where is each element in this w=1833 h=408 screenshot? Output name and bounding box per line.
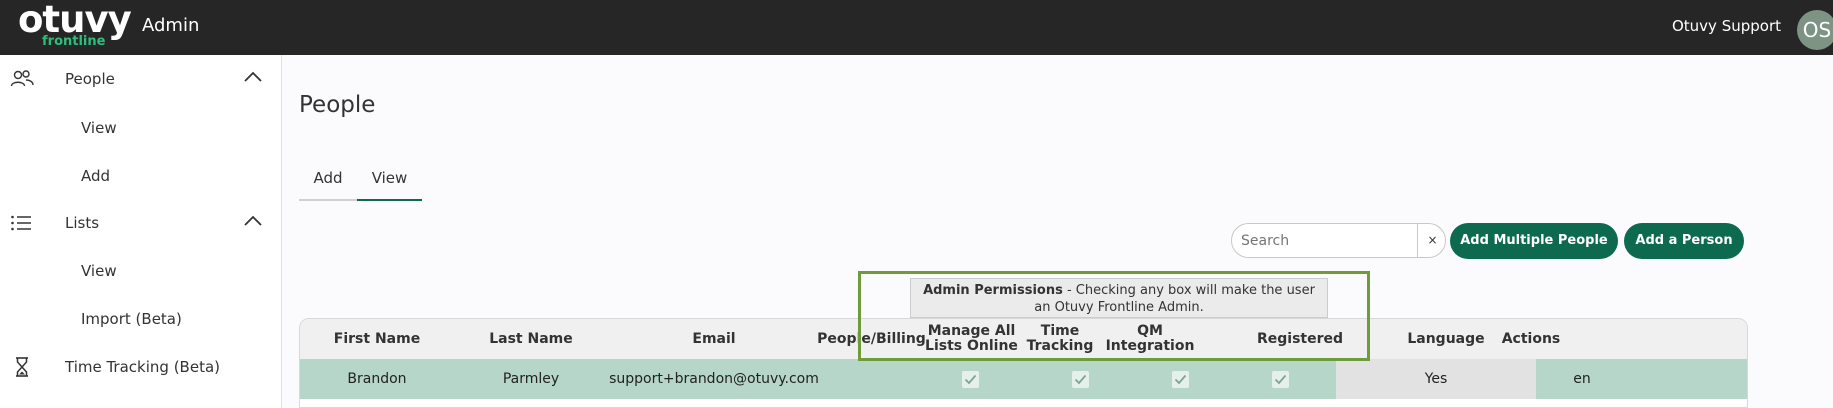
sidebar: People View Add Lists View Import (Beta)… (0, 55, 282, 408)
list-icon (11, 215, 31, 231)
admin-permissions-tooltip: Admin Permissions - Checking any box wil… (910, 278, 1328, 318)
hourglass-icon (16, 357, 28, 377)
cell-registered: Yes (1336, 359, 1536, 399)
table-row[interactable]: Brandon Parmley support+brandon@otuvy.co… (300, 359, 1747, 399)
sidebar-label-lists: Lists (65, 214, 100, 232)
sidebar-item-lists-view[interactable]: View (81, 262, 117, 280)
check-icon (1074, 374, 1087, 385)
cell-email: support+brandon@otuvy.com (609, 371, 819, 387)
cell-first-name: Brandon (347, 371, 407, 387)
top-bar: otuvy frontline Admin Otuvy Support OS (0, 0, 1833, 55)
tooltip-title: Admin Permissions (923, 283, 1063, 298)
tooltip-line-2: an Otuvy Frontline Admin. (1034, 300, 1204, 315)
people-billing-checkbox[interactable] (962, 371, 979, 388)
column-header-actions: Actions (1501, 330, 1561, 347)
people-icon (10, 70, 34, 87)
sidebar-item-people-view[interactable]: View (81, 119, 117, 137)
check-icon (1274, 374, 1287, 385)
column-header-email[interactable]: Email (608, 319, 820, 359)
manage-lists-checkbox[interactable] (1072, 371, 1089, 388)
add-a-person-button[interactable]: Add a Person (1624, 223, 1744, 259)
avatar[interactable]: OS (1797, 10, 1833, 50)
search-box: × (1231, 223, 1446, 258)
tooltip-line-1: Admin Permissions - Checking any box wil… (911, 282, 1327, 299)
sidebar-item-lists-import[interactable]: Import (Beta) (81, 310, 182, 328)
tab-view[interactable]: View (357, 161, 422, 201)
chevron-up-icon[interactable] (244, 71, 262, 83)
sidebar-section-people[interactable]: People (0, 59, 282, 99)
table-row[interactable] (300, 399, 1747, 407)
cell-language: en (1573, 371, 1591, 387)
sidebar-label-time-tracking: Time Tracking (Beta) (65, 358, 220, 376)
tooltip-text: - Checking any box will make the user (1062, 283, 1315, 298)
search-input[interactable] (1232, 224, 1418, 257)
qm-integration-checkbox[interactable] (1272, 371, 1289, 388)
tab-add[interactable]: Add (299, 161, 357, 201)
column-header-first-name[interactable]: First Name (300, 319, 454, 359)
user-name[interactable]: Otuvy Support (1672, 17, 1781, 35)
main-content: People Add View × Add Multiple People Ad… (283, 55, 1833, 408)
cell-actions (1628, 359, 1747, 399)
logo-subtext: frontline (42, 34, 106, 49)
check-icon (1174, 374, 1187, 385)
app-title: Admin (142, 15, 200, 36)
sidebar-item-people-add[interactable]: Add (81, 167, 110, 185)
tab-bar: Add View (299, 161, 422, 201)
sidebar-label-people: People (65, 70, 115, 88)
chevron-up-icon[interactable] (244, 215, 262, 227)
column-header-language[interactable]: Language (1400, 319, 1492, 359)
cell-last-name: Parmley (502, 371, 560, 387)
otuvy-frontline-logo[interactable]: otuvy frontline (18, 0, 132, 52)
close-icon[interactable]: × (1419, 224, 1446, 257)
time-tracking-checkbox[interactable] (1172, 371, 1189, 388)
page-title: People (299, 92, 376, 118)
check-icon (964, 374, 977, 385)
sidebar-section-lists[interactable]: Lists (0, 203, 282, 243)
add-multiple-people-button[interactable]: Add Multiple People (1450, 223, 1618, 259)
sidebar-section-time-tracking[interactable]: Time Tracking (Beta) (0, 347, 282, 387)
column-header-last-name[interactable]: Last Name (454, 319, 608, 359)
